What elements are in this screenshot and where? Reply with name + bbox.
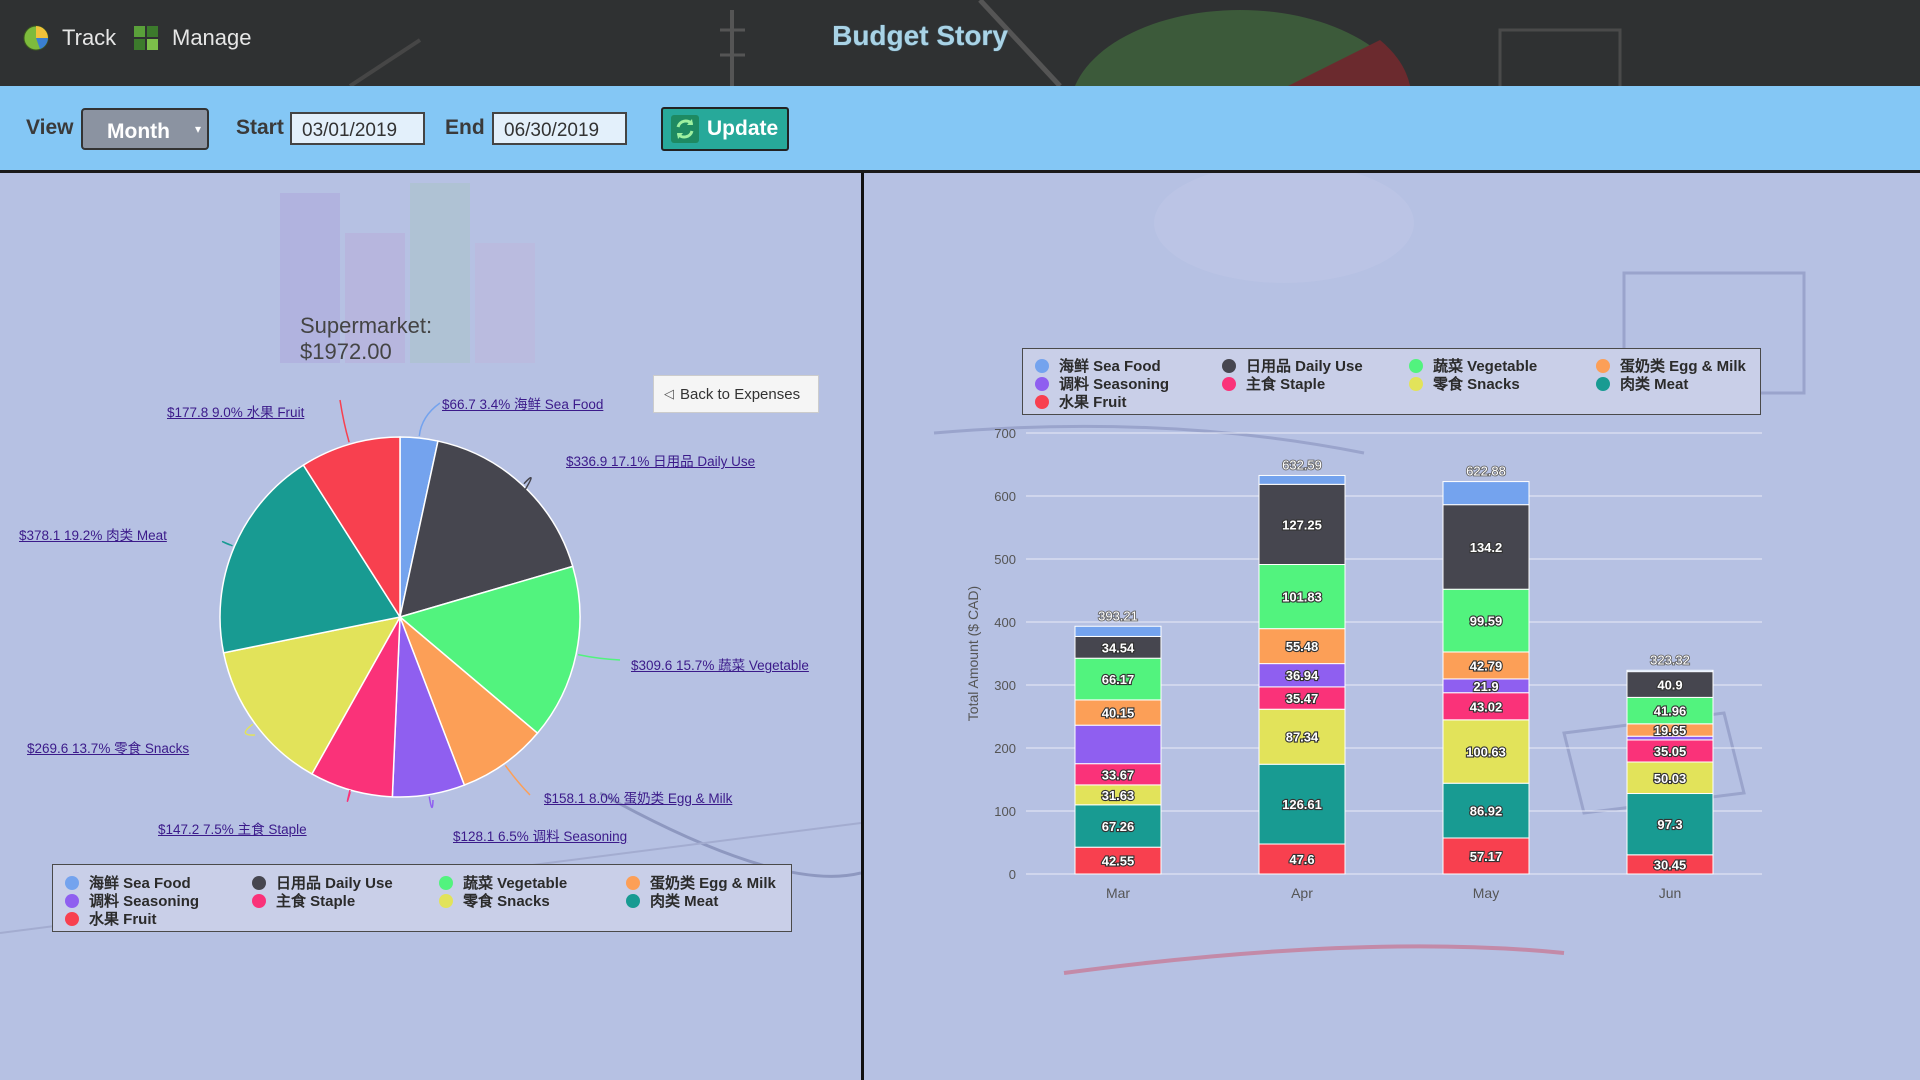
legend-swatch (1222, 358, 1236, 373)
stacked-bar-chart: 0 100 200 300 400 500 600 700 Total Amount ($ CA… (965, 426, 1762, 901)
bar-segment-label: 67.26 (1102, 819, 1135, 834)
bar-segment-label: 35.47 (1286, 691, 1319, 706)
bar-segment-label: 33.67 (1102, 767, 1135, 782)
legend-swatch (1035, 376, 1049, 391)
bar-segment-label: 35.05 (1654, 744, 1687, 759)
bar-total-label: 622.88 (1466, 464, 1506, 479)
bar-segment-sea-food[interactable] (1074, 625, 1162, 637)
bar-segment-label: 57.17 (1470, 849, 1503, 864)
bar-total-label: 393.21 (1098, 608, 1138, 623)
bar-segment-label: 87.34 (1286, 730, 1319, 745)
y-tick-label: 600 (994, 489, 1016, 504)
bar-segment-sea-food[interactable] (1258, 474, 1346, 485)
bar-total-label: 632.59 (1282, 457, 1322, 472)
legend-swatch (1035, 358, 1049, 373)
legend-swatch (1035, 394, 1049, 409)
legend-swatch (1409, 358, 1423, 373)
bar-segment-label: 127.25 (1282, 517, 1322, 532)
legend-label: 肉类 Meat (1620, 376, 1689, 393)
bar-segment-label: 97.3 (1657, 817, 1682, 832)
legend-swatch (1596, 358, 1610, 373)
y-tick-label: 0 (1009, 867, 1016, 882)
bar-legend-item-staple[interactable]: 主食 Staple (1222, 373, 1325, 394)
bar-segment-label: 42.79 (1470, 658, 1503, 673)
bar-segment-label: 36.94 (1286, 668, 1319, 683)
bar-legend-item-meat[interactable]: 肉类 Meat (1596, 373, 1688, 394)
bar-segment-label: 40.9 (1657, 678, 1682, 693)
bar-segment-label: 42.55 (1102, 854, 1135, 869)
legend-swatch (1596, 376, 1610, 391)
bar-segment-label: 50.03 (1654, 771, 1687, 786)
bar-legend-item-snacks[interactable]: 零食 Snacks (1409, 373, 1520, 394)
legend-label: 主食 Staple (1246, 376, 1326, 393)
y-axis-title: Total Amount ($ CAD) (965, 586, 981, 721)
bar-legend-item-fruit[interactable]: 水果 Fruit (1035, 391, 1127, 412)
bar-panel: 0 100 200 300 400 500 600 700 Total Amount ($ CA… (864, 173, 1920, 1080)
bar-segment-label: 21.9 (1473, 679, 1498, 694)
bar-segment-label: 41.96 (1654, 704, 1687, 719)
bar-segment-label: 34.54 (1102, 640, 1135, 655)
bar-segment-label: 86.92 (1470, 804, 1503, 819)
bar-segment-label: 101.83 (1282, 590, 1322, 605)
legend-label: 零食 Snacks (1433, 376, 1520, 393)
y-tick-label: 500 (994, 552, 1016, 567)
bar-segment-label: 43.02 (1470, 699, 1503, 714)
y-tick-label: 300 (994, 678, 1016, 693)
bar-segment-label: 31.63 (1102, 788, 1135, 803)
bar-legend: 海鲜 Sea Food 日用品 Daily Use 蔬菜 Vegetable 蛋奶类 … (1022, 348, 1761, 415)
x-tick-label: May (1473, 885, 1499, 901)
y-tick-label: 700 (994, 426, 1016, 441)
bar-segment-label: 55.48 (1286, 639, 1319, 654)
legend-swatch (1222, 376, 1236, 391)
bar-total-label: 323.32 (1650, 652, 1690, 667)
bar-segment-label: 47.6 (1289, 852, 1314, 867)
bar-segment-label: 30.45 (1654, 857, 1687, 872)
x-tick-label: Mar (1106, 885, 1130, 901)
bar-segment-label: 99.59 (1470, 614, 1503, 629)
bar-segment-label: 66.17 (1102, 672, 1135, 687)
y-tick-label: 400 (994, 615, 1016, 630)
y-tick-label: 100 (994, 804, 1016, 819)
bar-segment-seasoning[interactable] (1074, 724, 1162, 765)
bar-segment-label: 126.61 (1282, 797, 1322, 812)
legend-swatch (1409, 376, 1423, 391)
bar-segment-sea-food[interactable] (1626, 669, 1714, 673)
legend-label: 水果 Fruit (1059, 394, 1127, 411)
y-tick-label: 200 (994, 741, 1016, 756)
bar-segment-label: 134.2 (1470, 540, 1503, 555)
x-tick-label: Apr (1291, 885, 1313, 901)
bar-segment-sea-food[interactable] (1442, 481, 1530, 506)
x-tick-label: Jun (1659, 885, 1682, 901)
bar-segment-label: 19.65 (1654, 723, 1687, 738)
bar-segment-label: 100.63 (1466, 745, 1506, 760)
bar-segment-label: 40.15 (1102, 706, 1135, 721)
